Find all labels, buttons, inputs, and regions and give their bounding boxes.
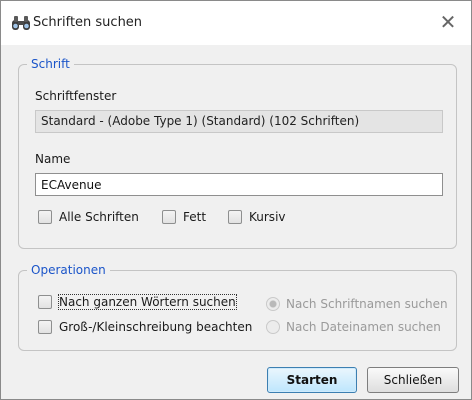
checkbox-box[interactable]: [38, 295, 52, 309]
bold-checkbox[interactable]: Fett: [162, 209, 206, 225]
close-button[interactable]: Schließen: [367, 367, 459, 393]
search-by-filename-label: Nach Dateinamen suchen: [286, 320, 441, 334]
font-window-label: Schriftfenster: [35, 89, 117, 103]
font-group-legend: Schrift: [31, 57, 70, 71]
font-window-field: Standard - (Adobe Type 1) (Standard) (10…: [35, 110, 443, 133]
start-button[interactable]: Starten: [267, 367, 357, 393]
radio-circle[interactable]: [266, 320, 280, 334]
italic-checkbox[interactable]: Kursiv: [228, 209, 286, 225]
find-fonts-dialog: Schriften suchen ✕ Schrift Schriftfenste…: [0, 0, 472, 400]
italic-label: Kursiv: [249, 210, 286, 224]
checkbox-box[interactable]: [162, 210, 176, 224]
all-fonts-checkbox[interactable]: Alle Schriften: [38, 209, 139, 225]
radio-circle[interactable]: [266, 297, 280, 311]
close-icon[interactable]: ✕: [435, 9, 461, 35]
operations-group-legend: Operationen: [31, 263, 106, 277]
checkbox-box[interactable]: [38, 320, 52, 334]
binoculars-icon: [12, 16, 30, 30]
checkbox-box[interactable]: [228, 210, 242, 224]
whole-words-checkbox[interactable]: Nach ganzen Wörtern suchen: [38, 294, 237, 310]
window-title: Schriften suchen: [33, 15, 143, 30]
all-fonts-label: Alle Schriften: [59, 210, 139, 224]
search-by-fontname-radio[interactable]: Nach Schriftnamen suchen: [266, 296, 448, 312]
match-case-checkbox[interactable]: Groß-/Kleinschreibung beachten: [38, 319, 252, 335]
name-label: Name: [35, 152, 71, 166]
title-bar: Schriften suchen ✕: [1, 1, 471, 45]
bold-label: Fett: [183, 210, 207, 224]
match-case-label: Groß-/Kleinschreibung beachten: [59, 320, 253, 334]
search-by-filename-radio[interactable]: Nach Dateinamen suchen: [266, 319, 441, 335]
whole-words-label: Nach ganzen Wörtern suchen: [58, 294, 237, 310]
search-by-fontname-label: Nach Schriftnamen suchen: [286, 297, 448, 311]
checkbox-box[interactable]: [38, 210, 52, 224]
name-input[interactable]: [35, 173, 443, 196]
